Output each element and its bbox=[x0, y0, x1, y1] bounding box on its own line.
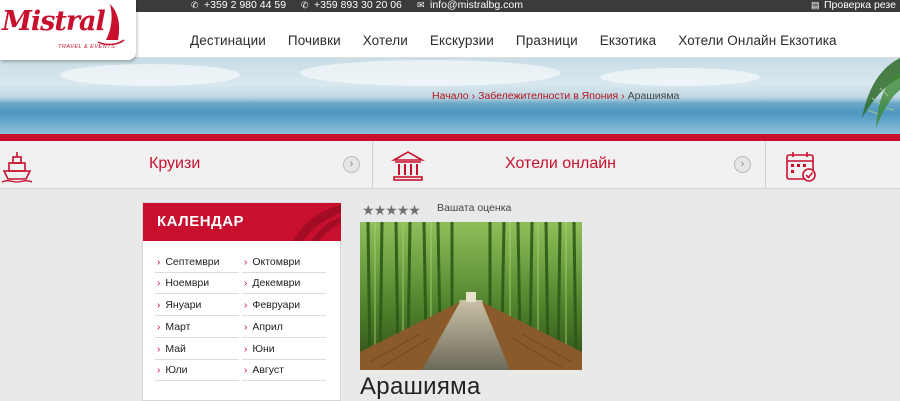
month-september[interactable]: › Септември bbox=[155, 251, 239, 273]
star-icon[interactable]: ★ bbox=[397, 202, 410, 218]
phone-link-2[interactable]: ✆ +359 893 30 20 06 bbox=[301, 0, 402, 12]
nav-item-vacations[interactable]: Почивки bbox=[288, 33, 341, 48]
hero-banner: Начало › Забележителности в Япония › Арашиям… bbox=[0, 58, 900, 134]
calendar-widget: КАЛЕНДАР › Септември › Октомври › Ноември ›… bbox=[142, 202, 341, 401]
rating-label: Вашата оценка bbox=[437, 202, 512, 214]
category-bar: Круизи › Хотели онлайн › bbox=[0, 141, 900, 189]
category-hotels-online-label: Хотели онлайн bbox=[505, 155, 617, 172]
chevron-right-icon: › bbox=[244, 344, 248, 355]
red-divider bbox=[0, 134, 900, 141]
chevron-right-icon: › bbox=[244, 365, 248, 376]
chevron-right-icon: › bbox=[157, 278, 161, 289]
destination-photo bbox=[360, 222, 582, 370]
nav-item-destinations[interactable]: Дестинации bbox=[190, 33, 266, 48]
logo-name: Mistral bbox=[2, 6, 106, 37]
month-may[interactable]: › Май bbox=[155, 338, 239, 360]
bank-building-icon bbox=[391, 151, 425, 181]
phone-link-1[interactable]: ✆ +359 2 980 44 59 bbox=[191, 0, 286, 12]
category-cruises[interactable]: Круизи › bbox=[0, 141, 373, 189]
breadcrumb: Начало › Забележителности в Япония › Арашиям… bbox=[432, 90, 679, 102]
check-reservation-label: Проверка резе bbox=[824, 0, 896, 11]
chevron-right-icon: › bbox=[157, 365, 161, 376]
breadcrumb-section[interactable]: Забележителности в Япония bbox=[478, 90, 618, 102]
breadcrumb-current: Арашияма bbox=[627, 90, 680, 102]
month-june[interactable]: › Юни bbox=[242, 338, 326, 360]
month-october[interactable]: › Октомври bbox=[242, 251, 326, 273]
nav-item-holidays[interactable]: Празници bbox=[516, 33, 578, 48]
category-calendar[interactable] bbox=[766, 141, 900, 189]
chevron-right-icon[interactable]: › bbox=[343, 156, 360, 173]
document-icon: ▤ bbox=[811, 0, 820, 10]
month-april[interactable]: › Април bbox=[242, 316, 326, 338]
logo[interactable]: Mistral TRAVEL & EVENTS bbox=[0, 0, 136, 60]
category-hotels-online[interactable]: Хотели онлайн › bbox=[373, 141, 766, 189]
check-reservation-link[interactable]: ▤ Проверка резе bbox=[811, 0, 896, 12]
phone-number-1: +359 2 980 44 59 bbox=[204, 0, 287, 11]
logo-tagline: TRAVEL & EVENTS bbox=[58, 44, 116, 50]
star-icon[interactable]: ★ bbox=[374, 202, 387, 218]
star-icon[interactable]: ★ bbox=[408, 202, 421, 218]
month-july[interactable]: › Юли bbox=[155, 359, 239, 381]
month-february[interactable]: › Февруари bbox=[242, 294, 326, 316]
breadcrumb-home[interactable]: Начало bbox=[432, 90, 469, 102]
month-august[interactable]: › Август bbox=[242, 359, 326, 381]
main-menu: Дестинации Почивки Хотели Екскурзии Праз… bbox=[190, 33, 859, 48]
chevron-right-icon: › bbox=[157, 300, 161, 311]
month-november[interactable]: › Ноември bbox=[155, 272, 239, 294]
page-title: Арашияма bbox=[360, 373, 481, 400]
chevron-right-icon: › bbox=[471, 90, 476, 102]
month-march[interactable]: › Март bbox=[155, 316, 239, 338]
calendar-header: КАЛЕНДАР bbox=[143, 203, 341, 241]
email-address: info@mistralbg.com bbox=[430, 0, 523, 11]
chevron-right-icon: › bbox=[157, 257, 161, 268]
chevron-right-icon[interactable]: › bbox=[734, 156, 751, 173]
chevron-right-icon: › bbox=[244, 278, 248, 289]
nav-item-hotels[interactable]: Хотели bbox=[363, 33, 408, 48]
chevron-right-icon: › bbox=[157, 344, 161, 355]
category-cruises-label: Круизи bbox=[149, 155, 201, 172]
chevron-right-icon: › bbox=[621, 90, 625, 102]
ship-icon bbox=[1, 152, 33, 183]
phone-number-2: +359 893 30 20 06 bbox=[314, 0, 402, 11]
chevron-right-icon: › bbox=[157, 322, 161, 333]
email-link[interactable]: ✉ info@mistralbg.com bbox=[417, 0, 523, 12]
star-icon[interactable]: ★ bbox=[362, 202, 375, 218]
calendar-title: КАЛЕНДАР bbox=[157, 213, 245, 230]
nav-item-hotels-online-exotic[interactable]: Хотели Онлайн Екзотика bbox=[678, 33, 836, 48]
calendar-check-icon bbox=[786, 152, 816, 182]
star-icon[interactable]: ★ bbox=[385, 202, 398, 218]
nav-item-excursions[interactable]: Екскурзии bbox=[430, 33, 494, 48]
star-rating[interactable]: ★★★★★ bbox=[362, 202, 421, 219]
phone-icon: ✆ bbox=[301, 0, 309, 10]
bamboo-path-image bbox=[360, 222, 582, 370]
chevron-right-icon: › bbox=[244, 322, 248, 333]
envelope-icon: ✉ bbox=[417, 0, 425, 10]
chevron-right-icon: › bbox=[244, 257, 248, 268]
month-december[interactable]: › Декември bbox=[242, 272, 326, 294]
phone-icon: ✆ bbox=[191, 0, 199, 10]
palm-leaf-decoration bbox=[862, 58, 900, 128]
chevron-right-icon: › bbox=[244, 300, 248, 311]
nav-item-exotic[interactable]: Екзотика bbox=[600, 33, 657, 48]
month-january[interactable]: › Януари bbox=[155, 294, 239, 316]
